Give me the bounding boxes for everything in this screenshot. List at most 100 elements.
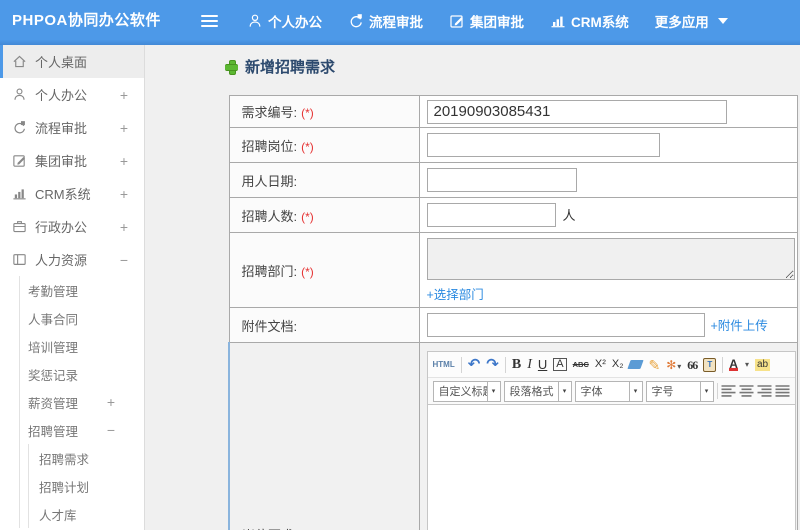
select-department-link[interactable]: +选择部门 bbox=[427, 284, 484, 303]
sidebar-item-label: 人力资源 bbox=[35, 253, 88, 268]
highlight-color-icon[interactable]: ab bbox=[754, 358, 771, 371]
paste-text-icon[interactable]: T bbox=[703, 357, 717, 372]
expand-plus-icon[interactable]: + bbox=[120, 153, 128, 169]
caret-down-icon: ▾ bbox=[486, 381, 500, 401]
sidebar-item-label: CRM系统 bbox=[35, 187, 91, 202]
chart-icon bbox=[550, 13, 566, 29]
home-icon bbox=[12, 54, 27, 69]
toolbar-separator bbox=[504, 356, 506, 373]
caret-down-icon: ▾ bbox=[628, 381, 642, 401]
undo-icon[interactable]: ↶ bbox=[468, 357, 481, 372]
sidebar-item-personal-office[interactable]: 个人办公 + bbox=[0, 78, 144, 111]
align-right-icon[interactable] bbox=[757, 385, 772, 397]
main-content: 新增招聘需求 需求编号:(*) 招聘岗位:(*) 用人日期: bbox=[146, 45, 800, 530]
strikethrough-icon[interactable]: ABC bbox=[573, 361, 589, 369]
sidebar-hr-submenu: 考勤管理 人事合同 培训管理 奖惩记录 薪资管理 + 招聘管理 − 招聘需求 招… bbox=[19, 276, 144, 528]
field-label: 招聘部门: (*) bbox=[228, 232, 420, 308]
sidebar: 个人桌面 个人办公 + 流程审批 + 集团审批 + CRM系统 + 行政办公 +… bbox=[0, 45, 145, 530]
department-textarea[interactable] bbox=[426, 238, 795, 280]
edit-icon bbox=[449, 13, 465, 29]
expand-plus-icon[interactable]: + bbox=[120, 219, 128, 235]
top-bar: PHPOA协同办公软件 个人办公 流程审批 集团审批 CRM系统 更多应用 bbox=[0, 0, 800, 45]
sidebar-item-admin-office[interactable]: 行政办公 + bbox=[0, 210, 144, 243]
rich-text-editor: HTML ↶ ↷ B I U A ABC X² X₂ ✎ ✻▾ 66 T A ▾… bbox=[426, 351, 796, 530]
blockquote-icon[interactable]: 66 bbox=[687, 359, 698, 371]
caret-down-icon bbox=[717, 18, 728, 24]
topnav-label: CRM系统 bbox=[571, 15, 629, 30]
position-input[interactable] bbox=[426, 133, 660, 157]
hire-date-input[interactable] bbox=[426, 168, 577, 192]
form-row-demand-number: 需求编号: (*) bbox=[228, 95, 798, 128]
required-marker: (*) bbox=[301, 209, 314, 224]
topnav-label: 流程审批 bbox=[369, 15, 423, 30]
topnav-group-approval[interactable]: 集团审批 bbox=[449, 11, 524, 31]
underline-icon[interactable]: U bbox=[538, 358, 547, 371]
align-left-icon[interactable] bbox=[721, 385, 736, 397]
sidebar-item-training-mgmt[interactable]: 培训管理 bbox=[20, 332, 144, 360]
subscript-icon[interactable]: X₂ bbox=[612, 359, 624, 370]
format-brush-icon[interactable]: ✎ bbox=[648, 358, 660, 372]
field-label: 需求编号: (*) bbox=[228, 95, 420, 128]
form-row-job-requirements: 岗位要求:(*) HTML ↶ ↷ B I U A ABC X bbox=[228, 342, 798, 530]
topnav-workflow-approval[interactable]: 流程审批 bbox=[348, 11, 423, 31]
expand-plus-icon[interactable]: + bbox=[120, 186, 128, 202]
html-source-button[interactable]: HTML bbox=[433, 360, 455, 369]
field-label: 招聘人数: (*) bbox=[228, 197, 420, 233]
required-marker: (*) bbox=[301, 264, 314, 279]
sidebar-item-workflow-approval[interactable]: 流程审批 + bbox=[0, 111, 144, 144]
field-label: 用人日期: bbox=[228, 162, 420, 198]
edit-icon bbox=[12, 153, 27, 168]
color-palette-icon[interactable]: ✻▾ bbox=[666, 359, 681, 371]
headcount-input[interactable] bbox=[426, 203, 556, 227]
caret-down-icon: ▾ bbox=[557, 381, 571, 401]
form-row-department: 招聘部门: (*) +选择部门 bbox=[228, 232, 798, 308]
collapse-minus-icon[interactable]: − bbox=[120, 252, 128, 268]
char-border-icon[interactable]: A bbox=[553, 358, 567, 371]
sidebar-item-human-resources[interactable]: 人力资源 − bbox=[0, 243, 144, 276]
attachment-input[interactable] bbox=[426, 313, 705, 337]
custom-title-dropdown[interactable]: 自定义标题 ▾ bbox=[432, 380, 501, 402]
eraser-icon[interactable] bbox=[627, 360, 645, 369]
font-size-dropdown[interactable]: 字号 ▾ bbox=[645, 380, 714, 402]
sidebar-item-recruitment-plan[interactable]: 招聘计划 bbox=[29, 472, 144, 500]
toolbar-separator bbox=[460, 356, 462, 373]
sidebar-item-reward-punishment[interactable]: 奖惩记录 bbox=[20, 360, 144, 388]
sidebar-item-recruitment-mgmt[interactable]: 招聘管理 − bbox=[20, 416, 144, 444]
font-family-dropdown[interactable]: 字体 ▾ bbox=[574, 380, 643, 402]
expand-plus-icon[interactable]: + bbox=[120, 120, 128, 136]
sidebar-item-personal-desktop[interactable]: 个人桌面 bbox=[0, 45, 144, 78]
topnav-personal-office[interactable]: 个人办公 bbox=[247, 11, 322, 31]
sidebar-item-salary-mgmt[interactable]: 薪资管理 + bbox=[20, 388, 144, 416]
expand-plus-icon[interactable]: + bbox=[107, 394, 115, 410]
redo-icon[interactable]: ↷ bbox=[486, 357, 499, 372]
sidebar-item-label: 招聘需求 bbox=[39, 452, 90, 467]
topnav-more-apps[interactable]: 更多应用 bbox=[655, 11, 728, 31]
sidebar-item-recruitment-demand[interactable]: 招聘需求 bbox=[29, 444, 144, 472]
editor-toolbar-row1: HTML ↶ ↷ B I U A ABC X² X₂ ✎ ✻▾ 66 T A ▾… bbox=[427, 352, 795, 378]
topnav-crm-system[interactable]: CRM系统 bbox=[550, 11, 629, 31]
sidebar-item-label: 行政办公 bbox=[35, 220, 88, 235]
sidebar-item-label: 培训管理 bbox=[28, 340, 79, 355]
sidebar-item-talent-pool[interactable]: 人才库 bbox=[29, 500, 144, 528]
align-center-icon[interactable] bbox=[739, 385, 754, 397]
menu-toggle-icon[interactable] bbox=[201, 15, 218, 27]
demand-number-input[interactable] bbox=[426, 99, 727, 124]
attachment-upload-link[interactable]: +附件上传 bbox=[711, 319, 768, 333]
sidebar-item-crm-system[interactable]: CRM系统 + bbox=[0, 177, 144, 210]
sidebar-item-label: 人事合同 bbox=[28, 312, 79, 327]
editor-content-area[interactable] bbox=[427, 405, 795, 530]
superscript-icon[interactable]: X² bbox=[595, 359, 606, 370]
sidebar-item-personnel-contract[interactable]: 人事合同 bbox=[20, 304, 144, 332]
paragraph-format-dropdown[interactable]: 段落格式 ▾ bbox=[503, 380, 572, 402]
bold-icon[interactable]: B bbox=[512, 357, 521, 372]
italic-icon[interactable]: I bbox=[527, 357, 532, 372]
sidebar-item-group-approval[interactable]: 集团审批 + bbox=[0, 144, 144, 177]
form-row-hire-date: 用人日期: bbox=[228, 162, 798, 198]
expand-plus-icon[interactable]: + bbox=[120, 87, 128, 103]
form-row-headcount: 招聘人数: (*) 人 bbox=[228, 197, 798, 233]
font-color-icon[interactable]: A bbox=[729, 358, 738, 371]
chart-icon bbox=[12, 186, 27, 201]
sidebar-item-attendance-mgmt[interactable]: 考勤管理 bbox=[20, 276, 144, 304]
collapse-minus-icon[interactable]: − bbox=[107, 422, 115, 438]
align-justify-icon[interactable] bbox=[775, 385, 790, 397]
